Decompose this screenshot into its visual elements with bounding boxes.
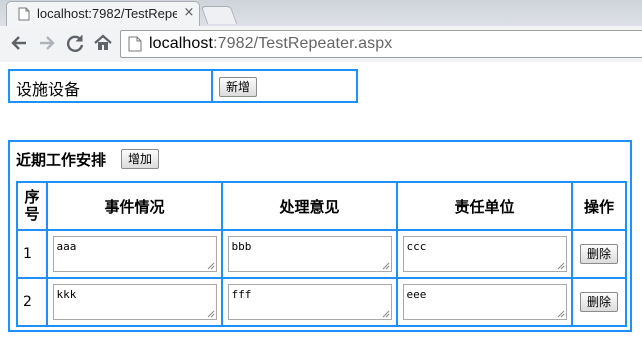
unit-cell: eee [396,277,573,327]
event-cell: kkk [46,277,223,327]
row-seq: 1 [16,229,48,279]
equipment-label-cell: 设施设备 [10,71,213,101]
page-content: 设施设备 新增 近期工作安排 增加 序号 事件情况 处理意见 责任单位 操作 1… [0,62,642,341]
opinion-cell: bbb [221,229,398,279]
address-bar[interactable]: localhost:7982/TestRepeater.aspx [120,30,642,58]
unit-cell: ccc [396,229,573,279]
resize-grip-icon[interactable] [207,262,215,270]
action-cell: 删除 [571,229,627,279]
url-path: :7982/TestRepeater.aspx [213,35,393,52]
resize-grip-icon[interactable] [382,262,390,270]
opinion-textarea[interactable]: fff [227,284,392,320]
equipment-form: 设施设备 新增 [8,69,358,103]
opinion-cell: fff [221,277,398,327]
back-arrow-icon[interactable] [8,32,30,54]
table-row: 1 aaa bbb ccc 删除 [16,229,627,279]
page-favicon-icon [18,7,30,21]
unit-value: eee [406,288,427,301]
home-icon[interactable] [92,32,114,54]
resize-grip-icon[interactable] [382,310,390,318]
opinion-textarea[interactable]: bbb [227,236,392,272]
resize-grip-icon[interactable] [207,310,215,318]
reload-icon[interactable] [64,32,86,54]
tab-title: localhost:7982/TestRepeater.aspx [37,6,177,21]
table-header-row: 序号 事件情况 处理意见 责任单位 操作 [16,181,627,231]
unit-textarea[interactable]: ccc [402,236,567,272]
event-textarea[interactable]: aaa [52,236,217,272]
header-event: 事件情况 [46,181,223,231]
browser-tab[interactable]: localhost:7982/TestRepeater.aspx × [6,1,200,26]
new-tab-button[interactable] [200,6,238,24]
row-seq: 2 [16,277,48,327]
resize-grip-icon[interactable] [557,262,565,270]
event-textarea[interactable]: kkk [52,284,217,320]
action-cell: 删除 [571,277,627,327]
forward-arrow-icon[interactable] [36,32,58,54]
event-value: kkk [56,288,77,301]
schedule-panel: 近期工作安排 增加 序号 事件情况 处理意见 责任单位 操作 1 aaa bbb… [8,140,632,332]
page-icon [128,36,142,52]
opinion-value: bbb [231,240,252,253]
browser-chrome: localhost:7982/TestRepeater.aspx × local… [0,0,642,62]
delete-button[interactable]: 删除 [579,292,618,312]
opinion-value: fff [231,288,252,301]
browser-toolbar: localhost:7982/TestRepeater.aspx [0,26,642,62]
schedule-title: 近期工作安排 [16,151,107,169]
header-unit: 责任单位 [396,181,573,231]
header-seq: 序号 [16,181,48,231]
header-opinion: 处理意见 [221,181,398,231]
url-host: localhost [149,35,214,52]
event-cell: aaa [46,229,223,279]
add-row-button[interactable]: 增加 [121,149,160,169]
table-row: 2 kkk fff eee 删除 [16,277,627,327]
unit-value: ccc [406,240,427,253]
url-text: localhost:7982/TestRepeater.aspx [149,35,392,53]
header-action: 操作 [571,181,627,231]
unit-textarea[interactable]: eee [402,284,567,320]
add-new-button[interactable]: 新增 [219,77,258,97]
event-value: aaa [56,240,77,253]
close-icon[interactable]: × [182,5,196,21]
schedule-table: 序号 事件情况 处理意见 责任单位 操作 1 aaa bbb ccc 删除 2 … [16,181,627,327]
resize-grip-icon[interactable] [557,310,565,318]
tab-strip: localhost:7982/TestRepeater.aspx × [0,0,642,26]
delete-button[interactable]: 删除 [579,244,618,264]
equipment-label: 设施设备 [16,80,81,99]
